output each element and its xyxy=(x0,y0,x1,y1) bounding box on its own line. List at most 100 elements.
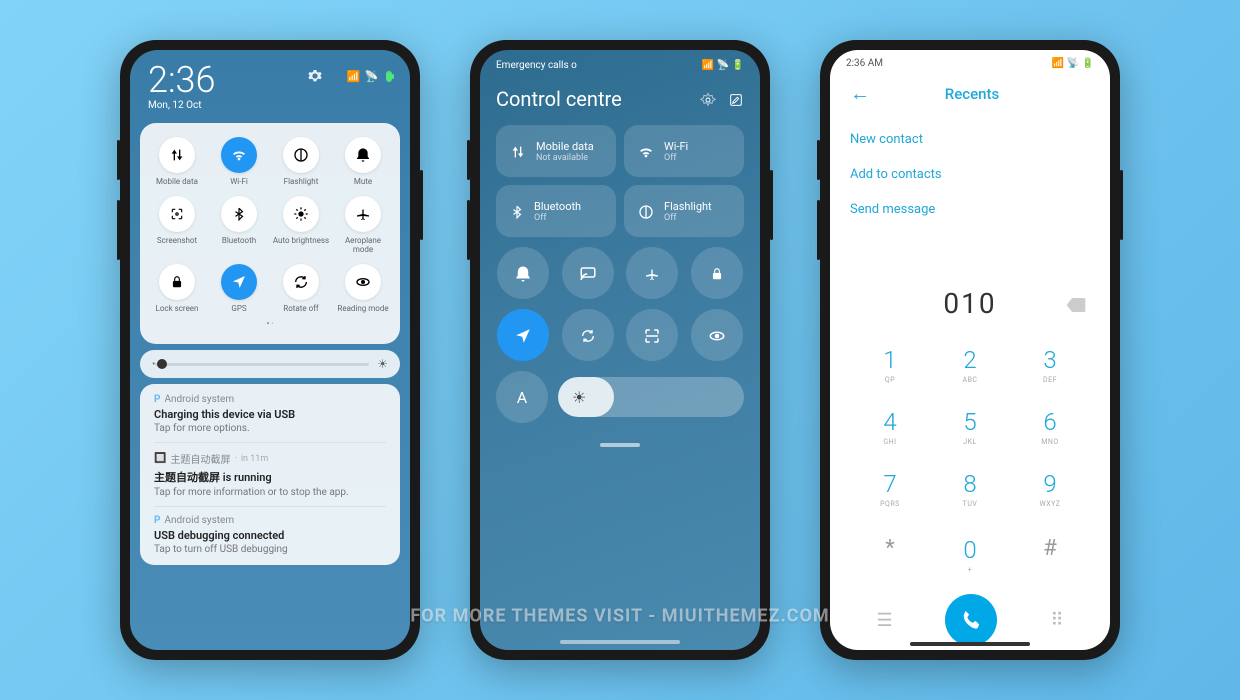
key-star[interactable]: * xyxy=(850,524,930,586)
key-7[interactable]: 7PQRS xyxy=(850,458,930,520)
notif-time: in 11m xyxy=(241,454,268,464)
key-letters: DEF xyxy=(1010,376,1090,384)
qs-wifi[interactable]: Wi-Fi xyxy=(208,135,270,188)
key-2[interactable]: 2ABC xyxy=(930,334,1010,396)
key-3[interactable]: 3 DEF xyxy=(1010,334,1090,396)
qs-reading[interactable]: Reading mode xyxy=(332,262,394,315)
phone-quicksettings: 2:36 Mon, 12 Oct 📶 📡 Mobile dataWi-FiFla… xyxy=(120,40,420,660)
notif-subtitle: Tap for more information or to stop the … xyxy=(154,487,386,498)
emergency-text: Emergency calls o xyxy=(496,60,577,71)
rotate-icon xyxy=(283,264,319,300)
gps-icon xyxy=(221,264,257,300)
add-to-contacts-button[interactable]: Add to contacts xyxy=(850,157,1090,192)
auto-brightness-button[interactable]: A xyxy=(496,371,548,423)
menu-icon[interactable]: ☰ xyxy=(876,610,892,631)
phone-control-centre: Emergency calls o 📶 📡 🔋 Control centre M… xyxy=(470,40,770,660)
qs-mute[interactable]: Mute xyxy=(332,135,394,188)
key-8[interactable]: 8TUV xyxy=(930,458,1010,520)
key-letters: ABC xyxy=(930,376,1010,384)
brightness-slider[interactable]: ☀ xyxy=(558,377,744,417)
page-indicator: • · xyxy=(146,315,394,332)
key-9[interactable]: 9WXYZ xyxy=(1010,458,1090,520)
key-0[interactable]: 0+ xyxy=(930,524,1010,586)
qs-airplane[interactable]: Aeroplane mode xyxy=(332,194,394,256)
key-hash[interactable]: # xyxy=(1010,524,1090,586)
quick-settings-panel: Mobile dataWi-FiFlashlight Mute Screenshot… xyxy=(140,123,400,344)
mute-icon xyxy=(345,137,381,173)
gear-icon[interactable] xyxy=(307,68,323,84)
tile-bluetooth[interactable]: BluetoothOff xyxy=(496,185,616,237)
key-1[interactable]: 1 QP xyxy=(850,334,930,396)
notif-app-name: Android system xyxy=(164,515,234,526)
toggle-cast[interactable] xyxy=(562,247,614,299)
toggle-eye[interactable] xyxy=(691,309,743,361)
key-5[interactable]: 5JKL xyxy=(930,396,1010,458)
drag-handle[interactable] xyxy=(600,443,640,447)
edit-icon[interactable] xyxy=(728,90,744,109)
qs-label: Rotate off xyxy=(283,304,318,313)
qs-auto-brightness[interactable]: Auto brightness xyxy=(270,194,332,256)
key-6[interactable]: 6MNO xyxy=(1010,396,1090,458)
toggle-rotate[interactable] xyxy=(562,309,614,361)
qs-lock[interactable]: Lock screen xyxy=(146,262,208,315)
qs-rotate[interactable]: Rotate off xyxy=(270,262,332,315)
nav-bar[interactable] xyxy=(560,640,680,644)
bluetooth-icon xyxy=(221,196,257,232)
new-contact-button[interactable]: New contact xyxy=(850,122,1090,157)
back-button[interactable]: ← xyxy=(850,81,870,106)
backspace-button[interactable] xyxy=(1066,294,1086,313)
qs-gps[interactable]: GPS xyxy=(208,262,270,315)
qs-label: Aeroplane mode xyxy=(334,236,392,254)
notif-title: 主题自动截屏 is running xyxy=(154,469,386,485)
tile-flashlight[interactable]: FlashlightOff xyxy=(624,185,744,237)
tile-status: Not available xyxy=(536,153,594,163)
status-bar: Emergency calls o 📶 📡 🔋 xyxy=(496,60,744,71)
tile-wifi[interactable]: Wi-FiOff xyxy=(624,125,744,177)
notification-card[interactable]: P Android system Charging this device vi… xyxy=(140,384,400,565)
key-number: 1 xyxy=(850,346,930,374)
qs-label: Reading mode xyxy=(337,304,388,313)
key-number: 3 xyxy=(1010,346,1090,374)
settings-icon[interactable] xyxy=(700,90,716,109)
toggle-airplane[interactable] xyxy=(626,247,678,299)
reading-icon xyxy=(345,264,381,300)
qs-mobile-data[interactable]: Mobile data xyxy=(146,135,208,188)
key-number: 9 xyxy=(1010,470,1090,498)
qs-screenshot[interactable]: Screenshot xyxy=(146,194,208,256)
cast-icon xyxy=(579,263,597,283)
clock-time: 2:36 xyxy=(148,62,215,98)
qs-label: Mute xyxy=(354,177,372,186)
nav-bar[interactable] xyxy=(910,642,1030,646)
toggle-bell[interactable] xyxy=(497,247,549,299)
dialpad-icon[interactable]: ⠿ xyxy=(1050,610,1063,631)
brightness-slider[interactable]: • ☀ xyxy=(140,350,400,378)
status-icons: 📶 📡 🔋 xyxy=(1052,58,1094,69)
qs-bluetooth[interactable]: Bluetooth xyxy=(208,194,270,256)
tile-label: Mobile data xyxy=(536,140,594,153)
scan-icon xyxy=(643,325,661,345)
send-message-button[interactable]: Send message xyxy=(850,192,1090,227)
notif-subtitle: Tap to turn off USB debugging xyxy=(154,544,386,555)
status-icons: 📶 📡 🔋 xyxy=(702,60,744,71)
qs-label: Screenshot xyxy=(157,236,197,245)
tile-mobile-data[interactable]: Mobile dataNot available xyxy=(496,125,616,177)
airplane-icon xyxy=(644,264,660,283)
key-letters: QP xyxy=(850,376,930,384)
key-letters: JKL xyxy=(930,438,1010,446)
mobile-data-icon xyxy=(159,137,195,173)
phone-dialer: 2:36 AM 📶 📡 🔋 ← Recents New contact Add … xyxy=(820,40,1120,660)
call-button[interactable] xyxy=(945,594,997,646)
key-4[interactable]: 4GHI xyxy=(850,396,930,458)
signal-icon: 📶 xyxy=(347,70,361,83)
status-bar: 2:36 AM 📶 📡 🔋 xyxy=(830,50,1110,77)
qs-label: Lock screen xyxy=(156,304,199,313)
screenshot-icon xyxy=(159,196,195,232)
toggle-scan[interactable] xyxy=(626,309,678,361)
toggle-nav[interactable] xyxy=(497,309,549,361)
qs-flashlight[interactable]: Flashlight xyxy=(270,135,332,188)
recents-title[interactable]: Recents xyxy=(894,85,1050,103)
toggle-lock[interactable] xyxy=(691,247,743,299)
rotate-icon xyxy=(580,326,596,345)
battery-icon xyxy=(386,71,392,82)
notif-title: Charging this device via USB xyxy=(154,408,386,421)
